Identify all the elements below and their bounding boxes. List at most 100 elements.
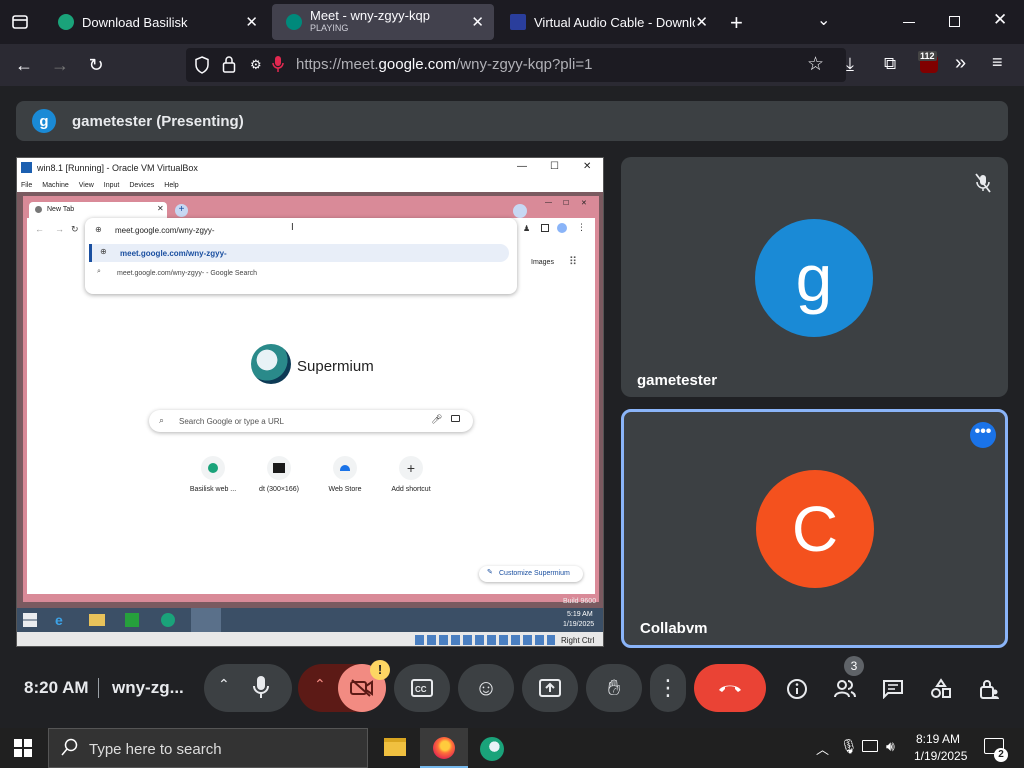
bookmark-star-icon[interactable]: ☆: [807, 53, 824, 76]
supermium-tab-search-icon[interactable]: [513, 204, 527, 218]
shortcut-tile[interactable]: + Add shortcut: [381, 456, 441, 506]
pencil-icon: ✎: [487, 569, 493, 576]
close-window-icon[interactable]: ✕: [993, 10, 1007, 30]
tab-label: Virtual Audio Cable - Downloa: [534, 14, 707, 30]
basilisk-taskbar-icon[interactable]: [480, 737, 504, 761]
voice-search-icon[interactable]: 🎤︎: [431, 414, 442, 425]
basilisk-shortcut-icon: [201, 456, 225, 480]
camera-options-chevron-icon[interactable]: ⌃: [314, 676, 326, 693]
start-windows-icon[interactable]: [14, 739, 32, 762]
vbox-menu-item[interactable]: File: [21, 182, 32, 189]
list-all-tabs-icon[interactable]: [10, 12, 30, 32]
mic-options-chevron-icon[interactable]: ⌃: [218, 676, 230, 693]
close-tab-icon[interactable]: ✕: [695, 13, 708, 31]
supermium-close-icon[interactable]: ✕: [581, 199, 587, 207]
extension-badge: 112: [918, 51, 937, 61]
tray-chevron-icon[interactable]: ︿: [816, 739, 829, 758]
tab-virtual-audio-cable[interactable]: Virtual Audio Cable - Downloa ✕: [496, 4, 718, 40]
supermium-forward-icon[interactable]: →: [55, 224, 64, 234]
tab-meet[interactable]: Meet - wny-zgyy-kqp PLAYING ✕: [272, 4, 494, 40]
tray-network-icon[interactable]: [862, 740, 878, 752]
guest-supermium-icon[interactable]: [191, 608, 221, 632]
tab-download-basilisk[interactable]: Download Basilisk ✕: [44, 4, 268, 40]
more-options-button[interactable]: •••: [970, 422, 996, 448]
camera-search-icon[interactable]: [451, 415, 460, 422]
extensions-icon[interactable]: ⧉: [884, 54, 896, 74]
customize-button[interactable]: ✎ Customize Supermium: [479, 566, 583, 582]
vbox-maximize-icon[interactable]: ☐: [550, 161, 559, 172]
close-tab-icon[interactable]: ✕: [245, 13, 258, 31]
vbox-menu-item[interactable]: Help: [164, 182, 178, 189]
vbox-menu-bar: File Machine View Input Devices Help: [17, 178, 603, 192]
minimize-icon[interactable]: [903, 22, 915, 23]
tab-overflow-chevron-icon[interactable]: ⌄: [817, 10, 830, 30]
guest-store-icon[interactable]: [125, 613, 139, 627]
more-options-button[interactable]: ⋮: [650, 664, 686, 712]
restore-icon[interactable]: [949, 16, 960, 27]
raise-hand-button[interactable]: ✋︎: [586, 664, 642, 712]
captions-button[interactable]: CC: [394, 664, 450, 712]
omnibox-input[interactable]: meet.google.com/wny-zgyy-: [115, 226, 215, 235]
suggestion-highlighted[interactable]: ⊕ meet.google.com/wny-zgyy-: [89, 244, 509, 262]
vbox-close-icon[interactable]: ✕: [583, 161, 591, 172]
taskbar-search-box[interactable]: Type here to search: [48, 728, 368, 768]
more-tools-icon[interactable]: »: [955, 52, 966, 75]
activities-button[interactable]: [926, 674, 956, 704]
guest-basilisk-icon[interactable]: [161, 613, 175, 627]
vbox-menu-item[interactable]: Machine: [42, 182, 68, 189]
microphone-sharing-icon[interactable]: [272, 55, 284, 78]
presentation-screen: win8.1 [Running] - Oracle VM VirtualBox …: [16, 157, 604, 647]
menu-hamburger-icon[interactable]: ≡: [992, 52, 1003, 73]
images-link[interactable]: Images: [531, 259, 554, 266]
vbox-menu-item[interactable]: Input: [104, 182, 120, 189]
firefox-icon[interactable]: [420, 728, 468, 768]
apps-grid-icon[interactable]: ⠿: [569, 255, 577, 268]
chat-button[interactable]: [878, 674, 908, 704]
guest-ie-icon[interactable]: e: [55, 612, 63, 628]
tray-mic-icon[interactable]: 🎙︎: [840, 738, 858, 755]
taskbar-clock-time[interactable]: 8:19 AM: [916, 732, 960, 746]
leave-call-button[interactable]: [694, 664, 766, 712]
close-tab-icon[interactable]: ✕: [471, 13, 484, 31]
microphone-button[interactable]: [252, 675, 270, 705]
shortcut-tile[interactable]: Web Store: [315, 456, 375, 506]
file-explorer-icon[interactable]: [384, 738, 406, 756]
reactions-button[interactable]: ☺: [458, 664, 514, 712]
vbox-minimize-icon[interactable]: —: [517, 161, 527, 172]
supermium-new-tab-icon[interactable]: +: [175, 204, 188, 217]
shortcut-tile[interactable]: Basilisk web ...: [183, 456, 243, 506]
supermium-back-icon[interactable]: ←: [35, 224, 44, 234]
host-controls-button[interactable]: [974, 674, 1004, 704]
shortcut-label: Web Store: [328, 486, 362, 493]
supermium-profile-icon[interactable]: ♟: [523, 224, 530, 233]
new-tab-icon[interactable]: +: [730, 10, 743, 36]
guest-explorer-icon[interactable]: [89, 614, 105, 626]
permissions-icon[interactable]: ⚙: [250, 57, 262, 73]
meeting-details-button[interactable]: [782, 674, 812, 704]
tracking-shield-icon[interactable]: [194, 56, 210, 79]
supermium-tab-close-icon[interactable]: ✕: [157, 204, 164, 213]
downloads-icon[interactable]: ⤓: [846, 54, 854, 75]
supermium-tab[interactable]: New Tab ✕: [29, 202, 167, 218]
supermium-avatar-icon[interactable]: [557, 223, 567, 233]
present-button[interactable]: [522, 664, 578, 712]
taskbar-clock-date[interactable]: 1/19/2025: [914, 749, 967, 763]
supermium-maximize-icon[interactable]: ☐: [563, 199, 569, 207]
supermium-menu-icon[interactable]: ⋮: [577, 222, 586, 233]
supermium-search-box[interactable]: ⌕ Search Google or type a URL 🎤︎: [149, 410, 473, 432]
forward-icon[interactable]: →: [46, 52, 74, 78]
back-icon[interactable]: ←: [10, 52, 38, 78]
shortcut-tile[interactable]: dt (300×166): [249, 456, 309, 506]
lock-icon[interactable]: [222, 55, 236, 78]
supermium-reload-icon[interactable]: ↻: [71, 224, 79, 235]
supermium-side-panel-icon[interactable]: [541, 224, 549, 232]
vbox-menu-item[interactable]: Devices: [129, 182, 154, 189]
guest-start-icon[interactable]: [23, 613, 37, 627]
suggestion-search[interactable]: meet.google.com/wny-zgyy- - Google Searc…: [117, 270, 257, 277]
people-button[interactable]: [830, 674, 860, 704]
reload-icon[interactable]: ↻: [82, 52, 110, 78]
supermium-minimize-icon[interactable]: —: [545, 199, 552, 206]
vbox-menu-item[interactable]: View: [79, 182, 94, 189]
tray-volume-icon[interactable]: 🔊︎: [886, 738, 895, 755]
url-text[interactable]: https://meet.google.com/wny-zgyy-kqp?pli…: [296, 56, 592, 73]
